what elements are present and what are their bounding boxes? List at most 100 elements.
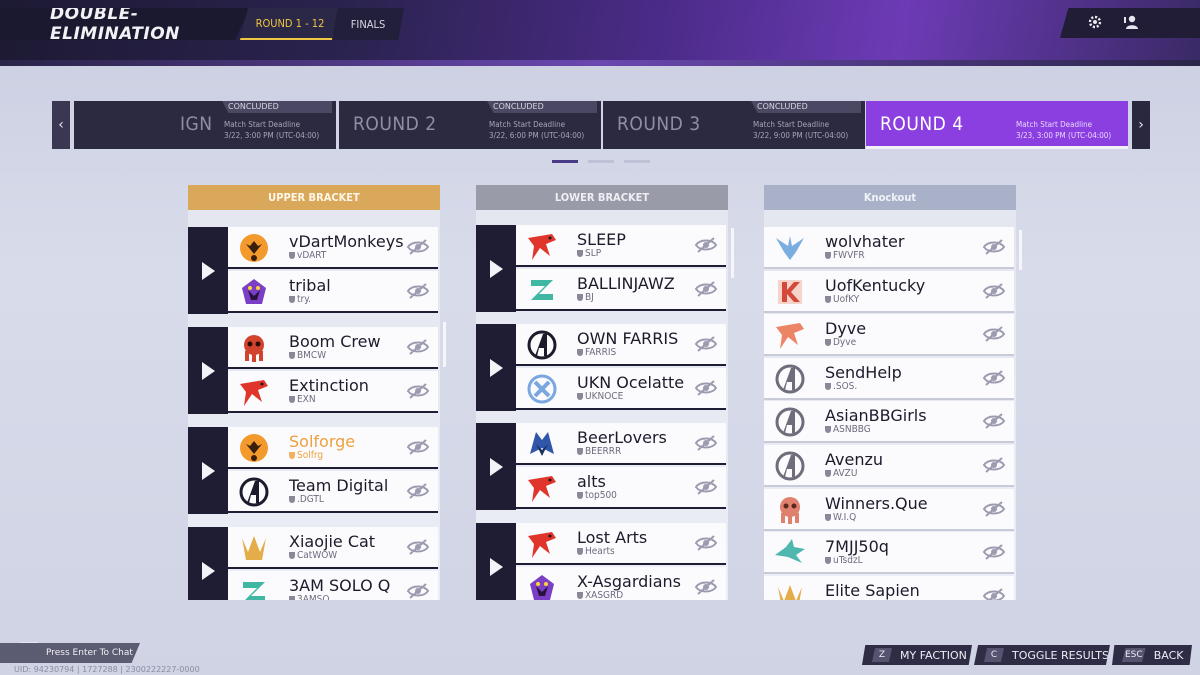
hidden-eye-icon[interactable] — [982, 587, 1006, 600]
upper-bracket-list[interactable]: vDartMonkeys vDART tribal try. Boom Crew BMCW… — [188, 210, 440, 600]
knockout-scrollbar[interactable] — [1019, 230, 1022, 270]
match-card[interactable]: Xiaojie Cat CatWOW 3AM SOLO Q 3AMSQ — [188, 527, 438, 600]
team-row[interactable]: OWN FARRIS FARRIS — [516, 324, 726, 366]
hidden-eye-icon[interactable] — [694, 280, 718, 298]
hidden-eye-icon[interactable] — [694, 478, 718, 496]
match-card[interactable]: Solforge Solfrg Team Digital .DGTL — [188, 427, 438, 514]
team-row[interactable]: tribal try. — [228, 271, 438, 313]
hidden-eye-icon[interactable] — [406, 382, 430, 400]
hidden-eye-icon[interactable] — [982, 282, 1006, 300]
match-card[interactable]: vDartMonkeys vDART tribal try. — [188, 227, 438, 314]
team-row[interactable]: SendHelp .SOS. — [764, 357, 1014, 400]
round-card-3[interactable]: ROUND 3 CONCLUDED Match Start Deadline 3… — [603, 101, 865, 149]
play-button[interactable] — [188, 427, 228, 514]
team-row[interactable]: Winners.Que W.I.Q — [764, 488, 1014, 531]
play-button[interactable] — [476, 324, 516, 411]
match-card[interactable]: Boom Crew BMCW Extinction EXN — [188, 327, 438, 414]
team-name: tribal — [289, 276, 331, 295]
team-row[interactable]: X-Asgardians XASGRD — [516, 567, 726, 600]
hidden-eye-icon[interactable] — [406, 438, 430, 456]
hidden-eye-icon[interactable] — [982, 456, 1006, 474]
team-row[interactable]: Team Digital .DGTL — [228, 471, 438, 513]
play-button[interactable] — [476, 523, 516, 600]
hidden-eye-icon[interactable] — [406, 282, 430, 300]
team-tag: W.I.Q — [825, 512, 856, 523]
hidden-eye-icon[interactable] — [694, 335, 718, 353]
match-card[interactable]: OWN FARRIS FARRIS UKN Ocelatte UKNOCE — [476, 324, 726, 411]
lower-scrollbar[interactable] — [731, 228, 734, 278]
team-tag: AVZU — [825, 468, 857, 479]
hidden-eye-icon[interactable] — [982, 412, 1006, 430]
chat-prompt[interactable]: Press Enter To Chat — [0, 643, 140, 663]
top-bar: DOUBLE-ELIMINATION ROUND 1 - 12 FINALS — [0, 0, 1200, 66]
team-row[interactable]: AsianBBGirls ASNBBG — [764, 401, 1014, 444]
team-row[interactable]: UKN Ocelatte UKNOCE — [516, 368, 726, 410]
match-card[interactable]: Lost Arts Hearts X-Asgardians XASGRD — [476, 523, 726, 600]
team-row[interactable]: Lost Arts Hearts — [516, 523, 726, 565]
hidden-eye-icon[interactable] — [982, 500, 1006, 518]
team-row[interactable]: Solforge Solfrg — [228, 427, 438, 469]
hidden-eye-icon[interactable] — [406, 482, 430, 500]
match-card[interactable]: SLEEP SLP BALLINJAWZ BJ — [476, 225, 726, 312]
team-logo-icon — [242, 279, 266, 304]
gear-icon[interactable] — [1077, 8, 1113, 36]
tab-rounds[interactable]: ROUND 1 - 12 — [240, 8, 340, 40]
team-row[interactable]: Avenzu AVZU — [764, 445, 1014, 487]
hidden-eye-icon[interactable] — [694, 434, 718, 452]
upper-scrollbar[interactable] — [443, 322, 446, 367]
play-button[interactable] — [188, 527, 228, 600]
team-row[interactable]: Extinction EXN — [228, 371, 438, 413]
round-card-4[interactable]: ROUND 4 Match Start Deadline 3/23, 3:00 … — [866, 101, 1128, 149]
hidden-eye-icon[interactable] — [694, 578, 718, 596]
hidden-eye-icon[interactable] — [982, 325, 1006, 343]
hidden-eye-icon[interactable] — [982, 369, 1006, 387]
hidden-eye-icon[interactable] — [406, 582, 430, 600]
page-indicator-1[interactable] — [552, 160, 578, 163]
hidden-eye-icon[interactable] — [406, 338, 430, 356]
tab-finals[interactable]: FINALS — [332, 8, 404, 40]
team-row[interactable]: Xiaojie Cat CatWOW — [228, 527, 438, 569]
team-tag: 3AMSQ — [289, 594, 329, 600]
match-card[interactable]: BeerLovers BEERRR alts top500 — [476, 423, 726, 510]
hidden-eye-icon[interactable] — [694, 379, 718, 397]
hidden-eye-icon[interactable] — [406, 538, 430, 556]
round-card-1[interactable]: IGN CONCLUDED Match Start Deadline 3/22,… — [74, 101, 336, 149]
carousel-prev-button[interactable]: ‹ — [52, 101, 70, 149]
round-card-2[interactable]: ROUND 2 CONCLUDED Match Start Deadline 3… — [339, 101, 601, 149]
play-button[interactable] — [476, 225, 516, 312]
team-row[interactable]: SLEEP SLP — [516, 225, 726, 267]
team-row[interactable]: Elite Sapien — [764, 575, 1014, 600]
team-row[interactable]: 7MJJ50q uTsdzL — [764, 532, 1014, 575]
hidden-eye-icon[interactable] — [406, 238, 430, 256]
team-row[interactable]: UofKentucky UofKY — [764, 270, 1014, 313]
deadline-label: Match Start Deadline — [224, 120, 301, 129]
toggle-results-hint[interactable]: C TOGGLE RESULTS — [974, 645, 1110, 665]
team-logo-icon — [776, 323, 804, 350]
team-row[interactable]: BeerLovers BEERRR — [516, 423, 726, 465]
play-button[interactable] — [476, 423, 516, 510]
team-name: wolvhater — [825, 232, 905, 251]
team-row[interactable]: Dyve Dyve — [764, 314, 1014, 357]
back-hint[interactable]: ESC BACK — [1112, 645, 1192, 665]
play-button[interactable] — [188, 227, 228, 314]
page-indicator-2[interactable] — [588, 160, 614, 163]
profile-icon[interactable] — [1113, 8, 1149, 36]
team-row[interactable]: wolvhater FWVFR — [764, 227, 1014, 269]
play-button[interactable] — [188, 327, 228, 414]
carousel-next-button[interactable]: › — [1132, 101, 1150, 149]
team-logo-icon — [780, 496, 800, 524]
knockout-list[interactable]: wolvhater FWVFR UofKentucky UofKY Dyve Dyve Se… — [764, 210, 1016, 600]
my-faction-hint[interactable]: Z MY FACTION — [862, 645, 972, 665]
team-row[interactable]: BALLINJAWZ BJ — [516, 269, 726, 311]
team-row[interactable]: alts top500 — [516, 467, 726, 509]
team-row[interactable]: 3AM SOLO Q 3AMSQ — [228, 571, 438, 600]
page-indicator-3[interactable] — [624, 160, 650, 163]
hidden-eye-icon[interactable] — [694, 236, 718, 254]
lower-bracket-list[interactable]: SLEEP SLP BALLINJAWZ BJ OWN FARRIS FARRIS UKN … — [476, 210, 728, 600]
lower-bracket-title: LOWER BRACKET — [476, 185, 728, 210]
team-row[interactable]: vDartMonkeys vDART — [228, 227, 438, 269]
hidden-eye-icon[interactable] — [982, 543, 1006, 561]
hidden-eye-icon[interactable] — [982, 238, 1006, 256]
team-row[interactable]: Boom Crew BMCW — [228, 327, 438, 369]
hidden-eye-icon[interactable] — [694, 534, 718, 552]
